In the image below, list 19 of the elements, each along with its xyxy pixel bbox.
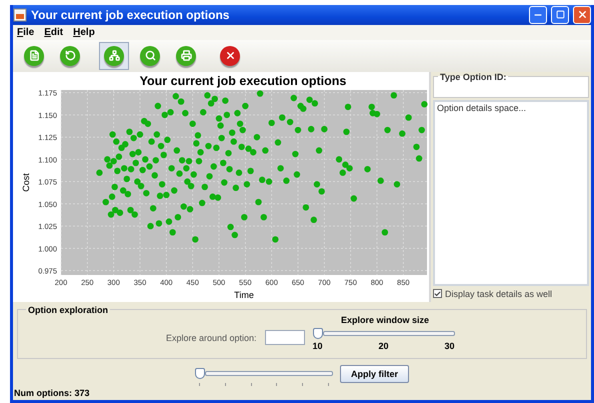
menu-item[interactable]: Help <box>73 26 95 38</box>
axis-title: Time <box>234 290 254 300</box>
window-title: Your current job execution options <box>31 8 230 22</box>
status-text: Num options: 373 <box>13 387 91 400</box>
slider-title: Explore window size <box>341 314 430 325</box>
slider-tick-label: 10 <box>312 340 324 351</box>
slider-tick-label: 30 <box>444 340 456 351</box>
field-label: Explore around option: <box>166 332 257 343</box>
axis-title: Cost <box>21 172 31 192</box>
slider-tick-label: 20 <box>378 340 390 351</box>
menu-item[interactable]: Edit <box>44 26 64 38</box>
option-id-field[interactable]: Type Option ID: <box>433 72 589 98</box>
panel-title: Option exploration <box>27 304 109 315</box>
chart-title: Your current job execution options <box>140 74 346 88</box>
option-details-area[interactable]: Option details space... <box>433 100 589 286</box>
menu-item[interactable]: File <box>17 26 34 38</box>
apply-filter-button[interactable]: Apply filter <box>340 365 409 383</box>
checkbox-label: Display task details as well <box>445 288 552 299</box>
field-label: Type Option ID: <box>439 72 508 82</box>
